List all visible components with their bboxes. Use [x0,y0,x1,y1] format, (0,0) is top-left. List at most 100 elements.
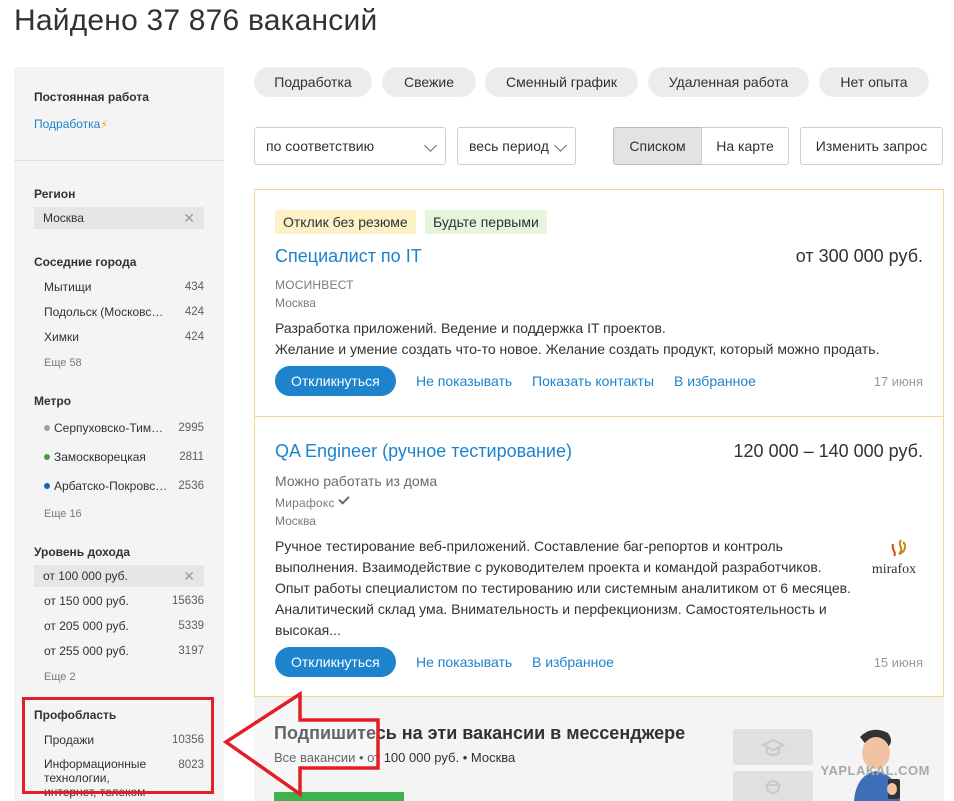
vacancy-salary: от 300 000 руб. [795,246,923,266]
item-name: от 205 000 руб. [44,619,129,633]
sort-select[interactable]: по соответствию [254,127,446,165]
metro-line-dot [44,483,50,489]
verified-check-icon [338,493,350,505]
item-count: 434 [184,281,204,293]
income-chip[interactable]: от 100 000 руб. ✕ [34,565,204,587]
vacancy-city: Москва [275,296,316,310]
logo-wordmark: mirafox [872,562,916,577]
nearby-title: Соседние города [34,255,137,269]
part-time-label: Подработка [34,117,101,131]
metro-item[interactable]: Серпуховско-Тимирязевская 2995 [44,420,204,436]
item-name: Химки [44,330,79,344]
view-list-button[interactable]: Списком [613,127,702,165]
messenger-option[interactable] [733,729,813,765]
remote-work-note: Можно работать из дома [275,473,438,489]
metro-item[interactable]: Арбатско-Покровская 2536 [44,478,204,494]
metro-item[interactable]: Замоскворецкая 2811 [44,449,204,465]
item-count: 2536 [178,480,204,492]
quick-filter-remote[interactable]: Удаленная работа [648,67,809,97]
vacancy-date: 17 июня [873,374,923,389]
description-line: Аналитический склад ума. Внимательность … [275,601,827,617]
description-line: Ручное тестирование веб-приложений. Сост… [275,538,783,554]
change-query-button[interactable]: Изменить запрос [800,127,943,165]
item-count: 15636 [172,595,204,607]
respond-button[interactable]: Откликнуться [275,366,396,396]
period-select[interactable]: весь период [457,127,576,165]
income-chip-label: от 100 000 руб. [43,569,128,583]
description-line: Опыт работы специалистом по тестированию… [275,580,851,596]
part-time-link[interactable]: Подработка⚡ [34,117,108,131]
vacancy-list: Отклик без резюме Будьте первыми Специал… [254,189,944,697]
vacancy-city: Москва [275,514,316,528]
metro-line-dot [44,454,50,460]
employment-title[interactable]: Постоянная работа [34,90,149,104]
income-item[interactable]: от 205 000 руб. 5339 [44,618,204,634]
lightning-icon: ⚡ [100,119,109,131]
watermark: YAPLAKAL.COM [820,763,930,778]
no-resume-badge: Отклик без резюме [275,210,416,234]
add-favorite-link[interactable]: В избранное [532,654,614,670]
nearby-item[interactable]: Мытищи 434 [44,279,204,295]
vacancy-title[interactable]: Специалист по IT [275,246,422,267]
region-chip[interactable]: Москва ✕ [34,207,204,229]
item-count: 5339 [178,620,204,632]
income-more-link[interactable]: Еще 2 [44,671,76,683]
description-line: Разработка приложений. Ведение и поддерж… [275,320,666,336]
company-logo[interactable]: mirafox [861,536,927,578]
description-line: выполнения. Взаимодействие с руководител… [275,559,822,575]
item-name: Подольск (Московская область) [44,305,166,319]
chevron-down-icon [424,139,437,152]
item-name: от 255 000 руб. [44,644,129,658]
close-icon[interactable]: ✕ [183,207,195,229]
hide-vacancy-link[interactable]: Не показывать [416,654,512,670]
income-item[interactable]: от 255 000 руб. 3197 [44,643,204,659]
item-name: Арбатско-Покровская [54,479,168,493]
nearby-more-link[interactable]: Еще 58 [44,357,82,369]
close-icon[interactable]: ✕ [183,565,195,587]
sort-select-value: по соответствию [266,138,375,154]
quick-filter-fresh[interactable]: Свежие [382,67,476,97]
be-first-badge: Будьте первыми [425,210,547,234]
divider [14,160,224,161]
item-count: 3197 [178,645,204,657]
company-name[interactable]: МОСИНВЕСТ [275,278,354,292]
graduation-cap-icon [760,738,786,756]
company-name[interactable]: Мирафокс [275,496,335,510]
respond-button[interactable]: Откликнуться [275,647,396,677]
nearby-item[interactable]: Подольск (Московская область) 424 [44,304,204,320]
view-map-button[interactable]: На карте [701,127,789,165]
metro-title: Метро [34,394,72,408]
item-name: Замоскворецкая [54,450,146,464]
page-title: Найдено 37 876 вакансий [14,4,378,37]
add-favorite-link[interactable]: В избранное [674,373,756,389]
region-title: Регион [34,187,76,201]
vacancy-salary: 120 000 – 140 000 руб. [733,441,923,461]
income-item[interactable]: от 150 000 руб. 15636 [44,593,204,609]
quick-filter-shift[interactable]: Сменный график [485,67,638,97]
metro-line-dot [44,425,50,431]
item-count: 424 [184,306,204,318]
messenger-option[interactable] [733,771,813,801]
item-name: Серпуховско-Тимирязевская [54,421,168,435]
region-chip-label: Москва [43,211,84,225]
description-line: высокая... [275,622,341,638]
nearby-item[interactable]: Химки 424 [44,329,204,345]
mirafox-logo-icon: mirafox [872,539,916,577]
highlight-frame [22,697,214,794]
description-line: Желание и умение создать что-то новое. Ж… [275,341,880,357]
metro-more-link[interactable]: Еще 16 [44,508,82,520]
income-title: Уровень дохода [34,545,131,559]
quick-filter-parttime[interactable]: Подработка [254,67,372,97]
hide-vacancy-link[interactable]: Не показывать [416,373,512,389]
item-count: 2811 [179,451,204,463]
filters-sidebar: Постоянная работа Подработка⚡ Регион Мос… [14,67,224,801]
item-name: от 150 000 руб. [44,594,129,608]
item-count: 2995 [178,422,204,434]
quick-filter-no-experience[interactable]: Нет опыта [819,67,929,97]
vacancy-description: Ручное тестирование веб-приложений. Сост… [275,536,865,641]
worker-icon [765,780,781,794]
period-select-value: весь период [469,138,549,154]
show-contacts-link[interactable]: Показать контакты [532,373,654,389]
vacancy-title[interactable]: QA Engineer (ручное тестирование) [275,441,572,462]
divider [255,416,943,417]
